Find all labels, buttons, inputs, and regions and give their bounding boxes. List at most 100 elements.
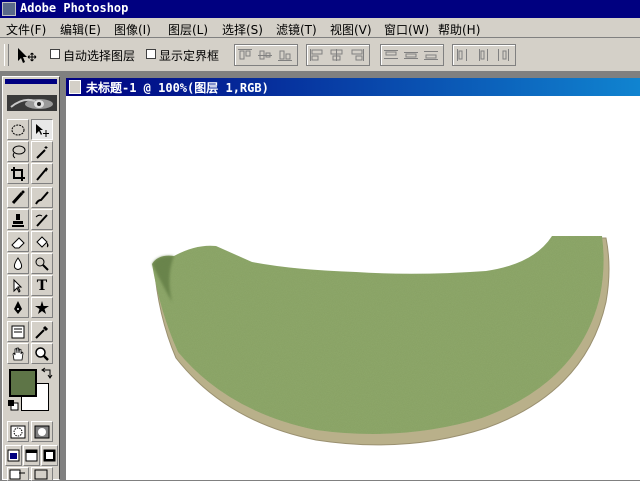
move-tool-icon xyxy=(36,123,49,137)
move-tool-icon xyxy=(18,48,37,63)
notes-tool-button[interactable] xyxy=(7,321,29,342)
menu-layer[interactable]: 图层(L) xyxy=(168,21,208,38)
full-screen-button[interactable] xyxy=(41,445,58,466)
toolbox-title-bar[interactable] xyxy=(5,79,57,84)
blur-tool-icon xyxy=(13,256,23,270)
magic-wand-icon xyxy=(36,145,48,159)
move-tool-button[interactable] xyxy=(31,119,53,140)
menu-edit[interactable]: 编辑(E) xyxy=(60,21,101,38)
align-vcenter-icon xyxy=(258,50,272,60)
history-brush-button[interactable] xyxy=(31,209,53,230)
crop-tool-button[interactable] xyxy=(7,163,29,184)
standard-mode-button[interactable] xyxy=(7,421,29,442)
menu-select[interactable]: 选择(S) xyxy=(222,21,263,38)
quick-mask-button[interactable] xyxy=(31,421,53,442)
slice-tool-button[interactable] xyxy=(31,163,53,184)
history-brush-icon xyxy=(35,213,48,227)
clone-stamp-button[interactable] xyxy=(7,209,29,230)
align-hcenter-icon xyxy=(330,49,343,61)
zoom-tool-icon xyxy=(35,346,49,361)
menu-image[interactable]: 图像(I) xyxy=(114,21,151,38)
eye-logo-icon xyxy=(10,98,53,109)
custom-shape-icon xyxy=(35,300,49,314)
distribute-bottom-button[interactable] xyxy=(421,45,441,65)
default-colors-icon[interactable] xyxy=(7,399,19,411)
magic-wand-button[interactable] xyxy=(31,141,53,162)
document-title: 未标题-1 @ 100%(图层 1,RGB) xyxy=(86,81,269,95)
options-bar-grip[interactable] xyxy=(4,44,9,66)
blur-tool-button[interactable] xyxy=(7,253,29,274)
custom-shape-button[interactable] xyxy=(31,297,53,318)
distribute-hcenter-button[interactable] xyxy=(473,45,493,65)
pen-tool-icon xyxy=(14,300,22,314)
align-bottom-button[interactable] xyxy=(275,45,295,65)
align-left-button[interactable] xyxy=(307,45,327,65)
full-screen-menu-button[interactable] xyxy=(23,445,40,466)
imageready-preview-button[interactable] xyxy=(31,467,53,481)
full-screen-icon xyxy=(43,449,56,462)
app-title: Adobe Photoshop xyxy=(20,1,129,15)
image-preview-icon xyxy=(34,469,48,480)
hand-tool-icon xyxy=(12,347,24,360)
align-top-button[interactable] xyxy=(235,45,255,65)
brush-tool-icon xyxy=(35,190,49,204)
notes-tool-icon xyxy=(11,325,25,338)
adobe-eye-logo[interactable] xyxy=(7,95,57,111)
eyedropper-button[interactable] xyxy=(31,321,53,342)
eraser-tool-button[interactable] xyxy=(7,231,29,252)
show-bounding-box-label: 显示定界框 xyxy=(159,49,220,63)
document-icon xyxy=(69,80,81,94)
auto-select-layer-checkbox[interactable] xyxy=(50,49,60,59)
menu-help[interactable]: 帮助(H) xyxy=(438,21,480,38)
healing-brush-icon xyxy=(11,190,25,204)
brush-tool-button[interactable] xyxy=(31,187,53,208)
distribute-left-button[interactable] xyxy=(453,45,473,65)
distribute-right-icon xyxy=(498,49,509,61)
distribute-bottom-icon xyxy=(424,51,438,60)
healing-brush-button[interactable] xyxy=(7,187,29,208)
align-right-button[interactable] xyxy=(347,45,367,65)
hand-tool-button[interactable] xyxy=(7,343,29,364)
tool-preset-picker[interactable] xyxy=(14,44,40,66)
paint-bucket-button[interactable] xyxy=(31,231,53,252)
show-bounding-box-checkbox[interactable] xyxy=(146,49,156,59)
menu-file[interactable]: 文件(F) xyxy=(6,21,46,38)
align-vertical-group xyxy=(234,44,298,66)
marquee-tool-button[interactable] xyxy=(7,119,29,140)
align-vcenter-button[interactable] xyxy=(255,45,275,65)
menu-bar: 文件(F) 编辑(E) 图像(I) 图层(L) 选择(S) 滤镜(T) 视图(V… xyxy=(0,18,640,38)
paint-bucket-icon xyxy=(36,235,49,248)
distribute-left-icon xyxy=(457,49,467,61)
photoshop-app-icon[interactable] xyxy=(2,2,16,16)
menu-view[interactable]: 视图(V) xyxy=(330,21,372,38)
type-tool-icon: T xyxy=(36,277,48,294)
document-title-bar[interactable]: 未标题-1 @ 100%(图层 1,RGB) xyxy=(66,78,640,96)
marquee-tool-icon xyxy=(11,124,25,135)
lasso-tool-button[interactable] xyxy=(7,141,29,162)
melon-flesh xyxy=(152,236,604,434)
crop-tool-icon xyxy=(11,166,25,181)
standard-screen-icon xyxy=(7,449,20,462)
standard-screen-button[interactable] xyxy=(5,445,22,466)
dodge-tool-button[interactable] xyxy=(31,253,53,274)
pen-tool-button[interactable] xyxy=(7,297,29,318)
distribute-hcenter-icon xyxy=(479,49,488,61)
document-canvas[interactable] xyxy=(66,96,640,480)
slice-tool-icon xyxy=(36,166,48,181)
path-select-button[interactable] xyxy=(7,275,29,296)
type-tool-button[interactable]: T xyxy=(31,275,53,296)
jump-to-imageready-button[interactable] xyxy=(7,467,29,481)
distribute-top-button[interactable] xyxy=(381,45,401,65)
zoom-tool-button[interactable] xyxy=(31,343,53,364)
swap-colors-icon[interactable] xyxy=(41,367,53,379)
melon-slice-illustration xyxy=(152,236,610,446)
distribute-vcenter-button[interactable] xyxy=(401,45,421,65)
align-bottom-icon xyxy=(278,50,292,61)
menu-filter[interactable]: 滤镜(T) xyxy=(276,21,317,38)
document-window: 未标题-1 @ 100%(图层 1,RGB) xyxy=(66,78,640,480)
distribute-right-button[interactable] xyxy=(493,45,513,65)
align-hcenter-button[interactable] xyxy=(327,45,347,65)
distribute-vcenter-icon xyxy=(404,52,418,59)
foreground-color-swatch[interactable] xyxy=(9,369,37,397)
menu-window[interactable]: 窗口(W) xyxy=(384,21,429,38)
